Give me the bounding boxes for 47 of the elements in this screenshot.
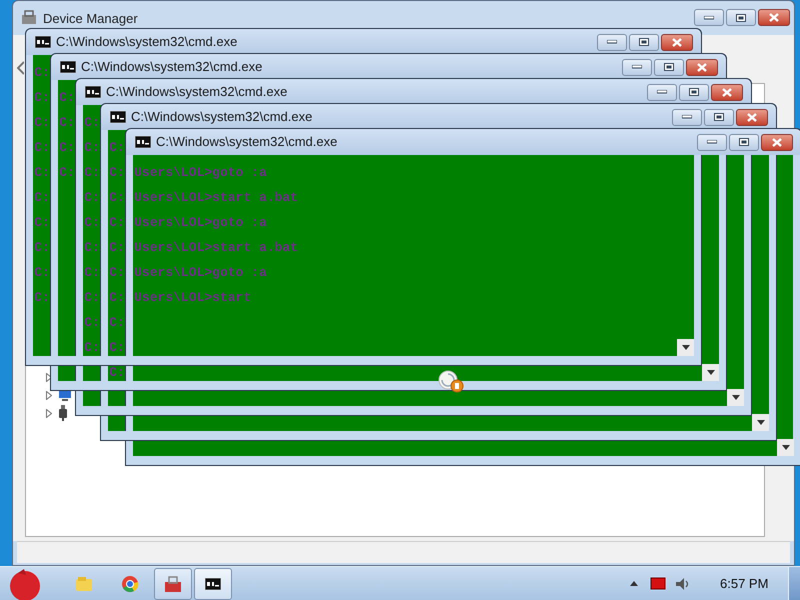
console-line: C: [84,191,100,205]
console-line: C: [34,66,50,80]
console-line: C: [34,91,50,105]
console-line: C: [109,316,125,330]
console-line: C: [84,291,100,305]
window-title: C:\Windows\system32\cmd.exe [131,108,314,126]
console-line: C: [109,191,125,205]
console-line: C: [84,116,100,130]
window-title: C:\Windows\system32\cmd.exe [106,83,288,102]
console-line: C: [109,166,125,180]
console-line: Users\LOL>goto :a [134,216,267,230]
console-line: C: [34,166,50,180]
window-title: C:\Windows\system32\cmd.exe [81,58,264,76]
console-line: C: [34,191,50,205]
console-line: C: [34,241,50,255]
console-line: C: [109,141,125,155]
console-line: Users\LOL>goto :a [134,166,267,180]
console-line: C: [59,166,75,180]
console-line: C: [34,216,50,230]
console-line: C: [59,116,75,130]
console-line: C: [109,341,125,355]
console-line: C: [59,141,75,155]
console-line: C: [34,291,50,305]
console-line: C: [84,216,100,230]
console-line: C: [34,141,50,155]
console-line: C: [84,166,100,180]
console-line: C: [84,141,100,155]
console-line: C: [34,266,50,280]
console-line: C: [59,91,75,105]
clock[interactable]: 6:57 PM [720,574,780,594]
console-line: C: [34,116,50,130]
window-title: C:\Windows\system32\cmd.exe [56,33,238,52]
console-line: Users\LOL>start a.bat [134,241,298,255]
console-line: C: [109,366,125,380]
console-line: C: [109,291,125,305]
console-line: Users\LOL>start a.bat [134,191,298,205]
console-line: C: [109,241,125,255]
console-line: Users\LOL>start [134,291,252,305]
console-line: C: [84,316,100,330]
console-line: C: [84,241,100,255]
window-title: C:\Windows\system32\cmd.exe [156,133,338,152]
console-line: Users\LOL>goto :a [134,266,267,280]
console-line: C: [84,266,100,280]
console-line: C: [84,341,100,355]
console-line: C: [109,266,125,280]
window-title: Device Manager [43,10,139,28]
console-line: C: [109,216,125,230]
